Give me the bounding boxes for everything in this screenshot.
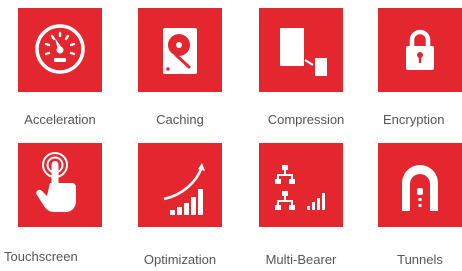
compression-tile[interactable] [259,8,343,92]
growth-chart-icon [163,163,205,215]
feature-label-acceleration: Acceleration [24,112,96,127]
speedometer-icon [35,24,85,74]
encryption-tile[interactable] [378,8,462,92]
touch-hand-icon [36,152,76,212]
feature-label-multi-bearer: Multi-Bearer [265,252,337,267]
tunnels-tile[interactable] [378,143,462,227]
optimization-tile[interactable] [138,143,222,227]
acceleration-tile[interactable] [18,8,102,92]
feature-label-encryption: Encryption [383,112,445,127]
padlock-icon [406,29,434,70]
compression-icon [280,28,327,76]
tunnel-icon [402,165,438,211]
feature-label-touchscreen: Touchscreen [4,249,78,264]
multi-bearer-tile[interactable] [259,143,343,227]
caching-tile[interactable] [138,8,222,92]
hard-drive-icon [163,28,197,74]
network-icon [275,165,325,210]
feature-label-caching: Caching [156,112,204,127]
feature-label-tunnels: Tunnels [397,252,443,267]
feature-label-optimization: Optimization [143,252,217,267]
touchscreen-tile[interactable] [18,143,102,227]
feature-label-compression: Compression [267,112,345,127]
